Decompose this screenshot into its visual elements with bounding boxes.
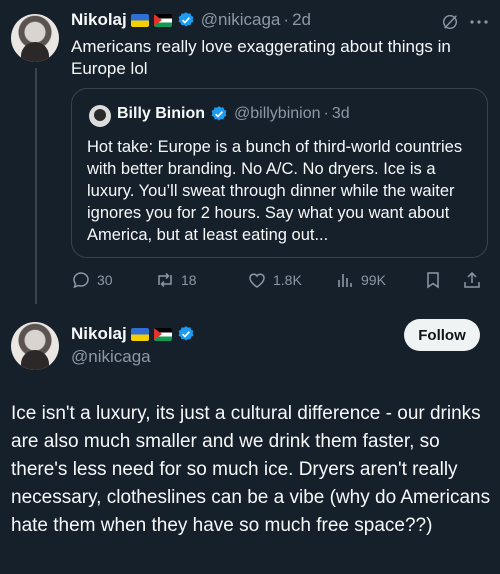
like-icon bbox=[249, 273, 265, 288]
retweet-button[interactable]: 18 bbox=[155, 270, 197, 290]
tweet-header: Nikolaj @nikicaga · 2d bbox=[71, 10, 311, 30]
reply-header: Nikolaj bbox=[71, 324, 195, 344]
reply-icon bbox=[73, 272, 89, 289]
author-name[interactable]: Nikolaj bbox=[71, 324, 127, 344]
author-name: Billy Binion bbox=[117, 105, 205, 122]
reply-text: Ice isn't a luxury, its just a cultural … bbox=[11, 403, 491, 536]
views-button[interactable]: 99K bbox=[335, 270, 386, 290]
retweet-count: 18 bbox=[181, 272, 197, 288]
tweet-actions: 30 18 1.8K 99K bbox=[71, 266, 488, 296]
flag-palestine-icon bbox=[153, 327, 172, 341]
verified-badge-icon bbox=[177, 11, 195, 29]
views-count: 99K bbox=[361, 272, 386, 288]
flag-ukraine-icon bbox=[130, 327, 149, 341]
quote-header: Billy Binion @billybinion · 3d bbox=[117, 105, 350, 123]
reply-button[interactable]: 30 bbox=[71, 270, 113, 290]
author-handle: @billybinion bbox=[234, 105, 321, 122]
views-icon bbox=[338, 274, 352, 287]
author-name[interactable]: Nikolaj bbox=[71, 10, 127, 30]
tweet-text: Americans really love exaggerating about… bbox=[71, 37, 451, 78]
avatar[interactable] bbox=[11, 322, 59, 370]
bookmark-icon bbox=[427, 272, 439, 289]
share-button[interactable] bbox=[462, 270, 488, 290]
separator: · bbox=[323, 105, 329, 122]
like-button[interactable]: 1.8K bbox=[247, 270, 302, 290]
timestamp: 3d bbox=[331, 105, 350, 122]
more-icon[interactable] bbox=[468, 12, 490, 32]
flag-ukraine-icon bbox=[130, 13, 149, 27]
retweet-icon bbox=[158, 272, 172, 288]
like-count: 1.8K bbox=[273, 272, 302, 288]
verified-badge-icon bbox=[177, 325, 195, 343]
author-handle[interactable]: @nikicaga bbox=[201, 10, 281, 30]
reply-count: 30 bbox=[97, 272, 113, 288]
avatar[interactable] bbox=[11, 14, 59, 62]
follow-button[interactable]: Follow bbox=[404, 319, 480, 351]
flag-palestine-icon bbox=[153, 13, 172, 27]
separator: · bbox=[283, 10, 290, 29]
thread-line bbox=[35, 68, 37, 304]
avatar[interactable] bbox=[89, 105, 111, 127]
bookmark-button[interactable] bbox=[423, 270, 449, 290]
timestamp[interactable]: 2d bbox=[292, 10, 311, 30]
share-icon bbox=[464, 271, 480, 288]
quote-text: Hot take: Europe is a bunch of third-wor… bbox=[87, 138, 463, 244]
grok-icon[interactable] bbox=[440, 12, 460, 32]
author-handle[interactable]: @nikicaga bbox=[71, 347, 151, 367]
verified-badge-icon bbox=[210, 105, 228, 123]
